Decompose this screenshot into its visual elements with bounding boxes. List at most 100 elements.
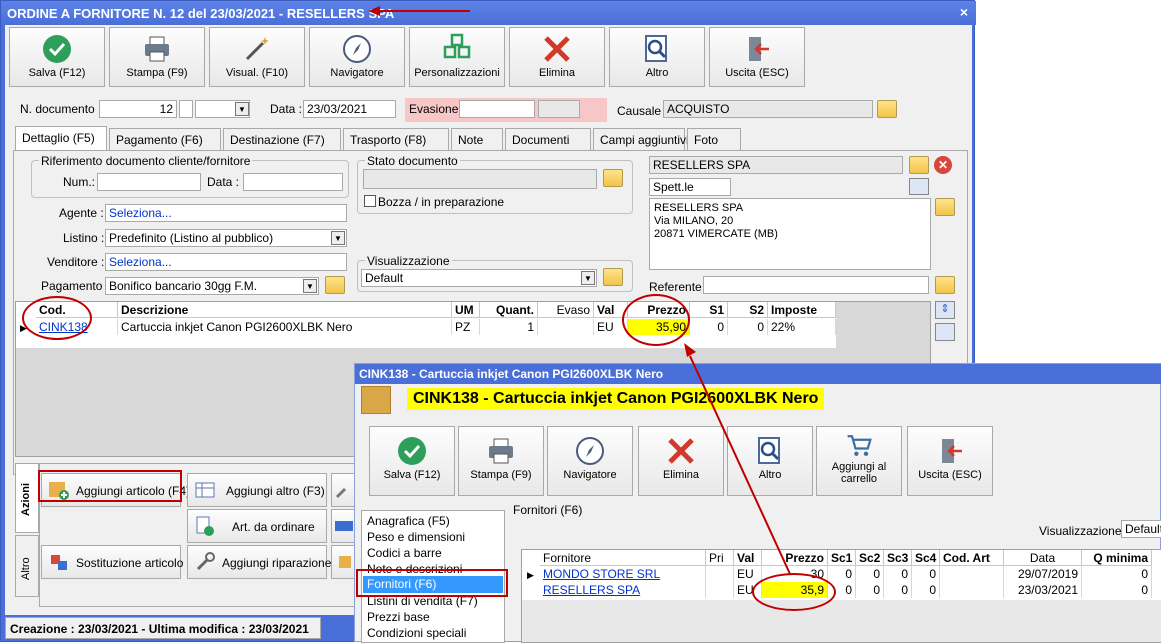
col-header[interactable]: Evaso	[538, 302, 594, 318]
table-row-cell[interactable]: 0	[856, 582, 884, 598]
table-row-cell[interactable]	[706, 582, 734, 598]
table-row-cell[interactable]: 0	[828, 566, 856, 582]
table-row-cell[interactable]: 0	[884, 566, 912, 582]
col-header[interactable]: Fornitore	[540, 550, 706, 566]
folder-icon[interactable]	[935, 198, 955, 216]
popup-navigator-button[interactable]: Navigatore	[547, 426, 633, 496]
navigator-button[interactable]: Navigatore	[309, 27, 405, 87]
chevron-down-icon[interactable]: ▼	[331, 231, 345, 245]
add-to-cart-button[interactable]: Aggiungi al carrello	[816, 426, 902, 496]
table-row-s2[interactable]: 0	[728, 319, 768, 335]
menu-item-prezzi[interactable]: Prezzi base	[367, 610, 430, 624]
remove-icon[interactable]: ✕	[934, 156, 952, 174]
table-row-supplier[interactable]: RESELLERS SPA	[540, 582, 706, 598]
chevron-down-icon[interactable]: ▼	[235, 102, 249, 116]
col-header[interactable]: UM	[452, 302, 480, 318]
table-row-cell[interactable]: 0	[912, 566, 940, 582]
table-row-cell[interactable]	[706, 566, 734, 582]
close-icon[interactable]: ×	[960, 4, 968, 20]
folder-icon[interactable]	[603, 268, 623, 286]
move-rows-icon[interactable]: ⇕	[935, 301, 955, 319]
wrench-button[interactable]	[331, 473, 355, 507]
col-header[interactable]: Sc1	[828, 550, 856, 566]
tab-dettaglio[interactable]: Dettaglio (F5)	[15, 126, 107, 150]
table-row-cell[interactable]: 0	[884, 582, 912, 598]
side-tab-azioni[interactable]: Azioni	[15, 463, 39, 533]
table-row-cell[interactable]: EU	[734, 566, 762, 582]
causale-input[interactable]: ACQUISTO	[663, 100, 873, 118]
col-header[interactable]: Q minima	[1082, 550, 1152, 566]
delete-button[interactable]: Elimina	[509, 27, 605, 87]
table-row-cell[interactable]: 0	[1082, 566, 1152, 582]
table-row-cell[interactable]	[940, 582, 1004, 598]
col-header[interactable]: Data	[1004, 550, 1082, 566]
col-header[interactable]: Descrizione	[118, 302, 452, 318]
table-row-cell[interactable]: 0	[912, 582, 940, 598]
save-button[interactable]: Salva (F12)	[9, 27, 105, 87]
visualizzazione-select[interactable]: Default	[361, 269, 597, 287]
table-row-date[interactable]: 23/03/2021	[1004, 582, 1082, 598]
num-input[interactable]	[97, 173, 201, 191]
table-row-desc[interactable]: Cartuccia inkjet Canon PGI2600XLBK Nero	[118, 319, 452, 335]
salutation-input[interactable]: Spett.le	[649, 178, 731, 196]
col-header[interactable]: Sc4	[912, 550, 940, 566]
other-button[interactable]: Altro	[609, 27, 705, 87]
table-row-cell[interactable]: 0	[1082, 582, 1152, 598]
col-header[interactable]: Imposte	[768, 302, 836, 318]
pagamento-select[interactable]: Bonifico bancario 30gg F.M.	[105, 277, 319, 295]
listino-select[interactable]: Predefinito (Listino al pubblico)	[105, 229, 347, 247]
visual-button[interactable]: Visual. (F10)	[209, 27, 305, 87]
bozza-checkbox[interactable]	[364, 195, 376, 207]
folder-icon[interactable]	[935, 276, 955, 294]
customize-button[interactable]: Personalizzazioni	[409, 27, 505, 87]
table-row-evaso[interactable]	[538, 319, 594, 335]
tab-foto[interactable]: Foto	[687, 128, 741, 150]
agente-input[interactable]: Seleziona...	[105, 204, 347, 222]
popup-exit-button[interactable]: Uscita (ESC)	[907, 426, 993, 496]
tab-pagamento[interactable]: Pagamento (F6)	[109, 128, 221, 150]
replace-article-button[interactable]: Sostituzione articolo	[41, 545, 183, 579]
col-header[interactable]: Cod. Art	[940, 550, 1004, 566]
zoom-icon[interactable]	[935, 323, 955, 341]
menu-item-peso[interactable]: Peso e dimensioni	[367, 530, 465, 544]
popup-delete-button[interactable]: Elimina	[638, 426, 724, 496]
col-header[interactable]: Val	[734, 550, 762, 566]
table-row-cell[interactable]	[940, 566, 1004, 582]
tab-documenti[interactable]: Documenti	[505, 128, 591, 150]
stato-input[interactable]	[363, 169, 597, 189]
tab-trasporto[interactable]: Trasporto (F8)	[343, 128, 449, 150]
menu-item-anagrafica[interactable]: Anagrafica (F5)	[367, 514, 450, 528]
exit-button[interactable]: Uscita (ESC)	[709, 27, 805, 87]
popup-other-button[interactable]: Altro	[727, 426, 813, 496]
evasione-extra-input[interactable]	[538, 100, 580, 118]
venditore-input[interactable]: Seleziona...	[105, 253, 347, 271]
col-header[interactable]: Sc2	[856, 550, 884, 566]
table-row-cell[interactable]: 0	[856, 566, 884, 582]
col-header[interactable]: Quant.	[480, 302, 538, 318]
ndoc-suffix-input[interactable]	[179, 100, 193, 118]
add-other-button[interactable]: Aggiungi altro (F3)	[187, 473, 327, 507]
supplier-link[interactable]: MONDO STORE SRL	[543, 567, 660, 581]
chevron-down-icon[interactable]: ▼	[303, 279, 317, 293]
popup-visual-select[interactable]: Default	[1121, 520, 1161, 538]
rif-data-input[interactable]	[243, 173, 343, 191]
folder-icon[interactable]	[603, 169, 623, 187]
popup-save-button[interactable]: Salva (F12)	[369, 426, 455, 496]
evasione-input[interactable]	[459, 100, 535, 118]
ndoc-input[interactable]: 12	[99, 100, 177, 118]
col-header[interactable]: Prezzo	[762, 550, 828, 566]
table-row-s1[interactable]: 0	[690, 319, 728, 335]
folder-icon[interactable]	[909, 156, 929, 174]
add-repair-button[interactable]: Aggiungi riparazione	[187, 545, 331, 579]
menu-item-condizioni[interactable]: Condizioni speciali	[367, 626, 466, 640]
menu-item-codici[interactable]: Codici a barre	[367, 546, 442, 560]
table-row-qty[interactable]: 1	[480, 319, 538, 335]
col-header[interactable]: Pri	[706, 550, 734, 566]
referente-input[interactable]	[703, 276, 929, 294]
table-row-tax[interactable]: 22%	[768, 319, 836, 335]
col-header[interactable]: S1	[690, 302, 728, 318]
print-button[interactable]: Stampa (F9)	[109, 27, 205, 87]
table-row-um[interactable]: PZ	[452, 319, 480, 335]
tab-campi-aggiuntivi[interactable]: Campi aggiuntivi	[593, 128, 689, 150]
side-tab-altro[interactable]: Altro	[15, 535, 39, 597]
